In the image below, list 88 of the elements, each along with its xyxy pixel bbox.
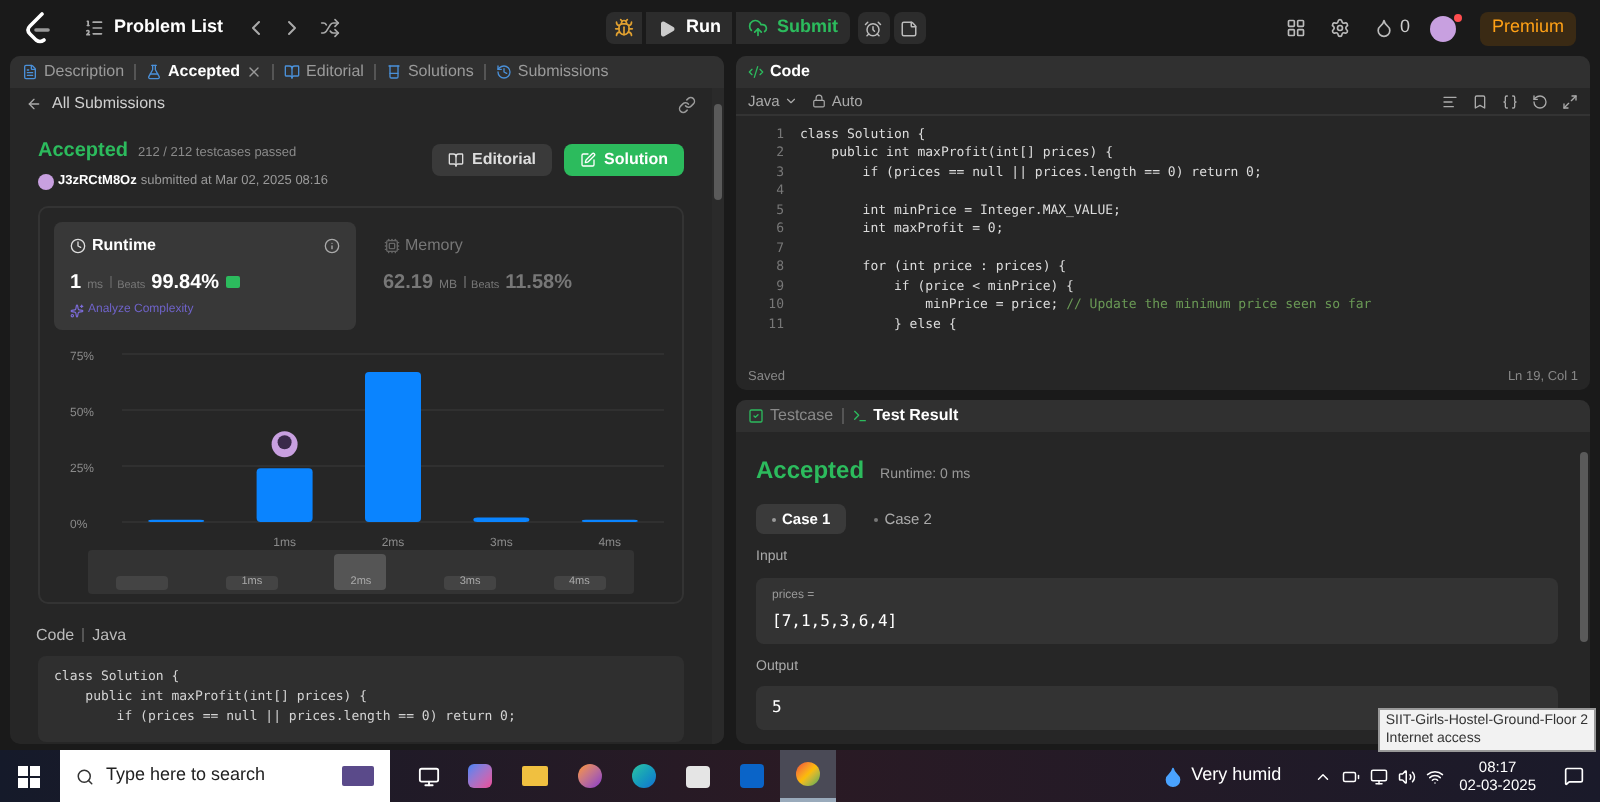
panel-tab[interactable]: Solutions xyxy=(385,60,474,84)
beats-value: 11.58% xyxy=(505,269,572,298)
language-label: Java xyxy=(92,623,127,648)
panel-tab[interactable]: Accepted xyxy=(146,60,241,84)
problem-list-button[interactable]: Problem List xyxy=(84,14,224,42)
browser-icon[interactable] xyxy=(632,764,656,788)
scrollbar-thumb[interactable] xyxy=(714,104,722,200)
drop-icon xyxy=(1161,765,1184,787)
avatar-icon xyxy=(271,430,298,457)
stat-title: Memory xyxy=(405,233,463,258)
result-status: Accepted xyxy=(756,454,865,488)
clock-icon xyxy=(70,237,86,254)
app-icon[interactable] xyxy=(468,764,492,788)
grid-icon[interactable] xyxy=(1285,18,1306,38)
active-app-button[interactable] xyxy=(780,750,836,802)
bug-icon xyxy=(613,18,634,38)
all-submissions-link[interactable]: All Submissions xyxy=(52,92,165,116)
browser-icon xyxy=(796,762,820,786)
search-icon xyxy=(76,767,94,785)
speaker-icon[interactable] xyxy=(1397,767,1416,785)
premium-button[interactable]: Premium xyxy=(1479,11,1576,45)
timer-button[interactable] xyxy=(857,12,890,44)
terminal-icon xyxy=(851,408,868,424)
task-view-icon[interactable] xyxy=(418,765,440,787)
submit-button[interactable]: Submit xyxy=(736,12,850,44)
beats-value: 99.84% xyxy=(151,269,220,298)
status-text: Accepted xyxy=(38,138,129,166)
panel-tab[interactable]: Testcase xyxy=(748,404,834,428)
code-label: Code xyxy=(36,623,75,648)
tab-icon xyxy=(385,64,402,80)
expand-icon[interactable] xyxy=(1562,93,1578,109)
input-value: [7,1,5,3,6,4] xyxy=(772,609,900,633)
reset-icon[interactable] xyxy=(1532,93,1548,109)
tab-icon xyxy=(495,64,512,80)
badge-icon xyxy=(225,275,240,288)
user-avatar xyxy=(38,173,54,190)
avatar[interactable] xyxy=(1429,15,1456,41)
back-icon[interactable] xyxy=(26,96,42,112)
search-placeholder: Type here to search xyxy=(106,762,266,789)
play-icon xyxy=(657,19,676,37)
windows-icon[interactable] xyxy=(18,765,40,787)
search-field[interactable]: Type here to search xyxy=(60,750,390,802)
tab-icon xyxy=(284,64,301,80)
browser-icon[interactable] xyxy=(578,764,602,788)
edit-icon xyxy=(580,152,596,168)
bookmark-icon[interactable] xyxy=(1472,93,1488,109)
panel-tab[interactable]: Editorial xyxy=(284,60,364,84)
scrollbar-thumb[interactable] xyxy=(1580,452,1588,642)
shuffle-icon[interactable] xyxy=(319,18,340,38)
weather-text[interactable]: Very humid xyxy=(1191,762,1282,790)
streak-count: 0 xyxy=(1399,14,1410,41)
battery-icon[interactable] xyxy=(1341,767,1360,785)
lock-icon xyxy=(811,94,826,108)
panel-title: Code xyxy=(770,60,810,84)
code-icon xyxy=(748,64,764,80)
editorial-button[interactable]: Editorial xyxy=(431,144,552,176)
panel-tab[interactable]: Description xyxy=(22,60,125,84)
panel-tab[interactable]: Submissions xyxy=(495,60,609,84)
tab-icon xyxy=(146,64,163,80)
close-icon[interactable] xyxy=(246,64,263,80)
drop-icon[interactable] xyxy=(1373,18,1394,38)
cloud-upload-icon xyxy=(748,18,769,38)
chip-icon xyxy=(383,237,399,254)
list-icon xyxy=(84,18,104,38)
panel-tab[interactable]: Test Result xyxy=(851,404,959,428)
notes-button[interactable] xyxy=(893,12,926,44)
checkbox-icon xyxy=(748,408,764,424)
stat-value: 1 xyxy=(70,269,82,298)
format-icon[interactable] xyxy=(1442,93,1458,109)
book-icon xyxy=(447,152,464,168)
link-icon[interactable] xyxy=(678,95,696,113)
tab-icon xyxy=(22,64,38,80)
alarm-clock-icon xyxy=(864,19,883,37)
sparkle-icon xyxy=(70,303,84,318)
bar xyxy=(473,517,530,522)
info-icon[interactable] xyxy=(323,237,339,254)
note-icon xyxy=(900,19,919,37)
stat-value: 62.19 xyxy=(383,269,434,298)
debug-button[interactable] xyxy=(605,12,642,44)
logo-icon[interactable] xyxy=(24,12,52,44)
run-button[interactable]: Run xyxy=(645,12,733,44)
settings-icon[interactable] xyxy=(1329,18,1350,38)
chevron-down-icon xyxy=(783,94,798,108)
stat-title: Runtime xyxy=(92,233,156,258)
braces-icon[interactable] xyxy=(1502,93,1518,109)
bar xyxy=(256,467,313,522)
notifications-icon[interactable] xyxy=(1564,766,1584,786)
wifi-icon[interactable] xyxy=(1425,767,1444,785)
